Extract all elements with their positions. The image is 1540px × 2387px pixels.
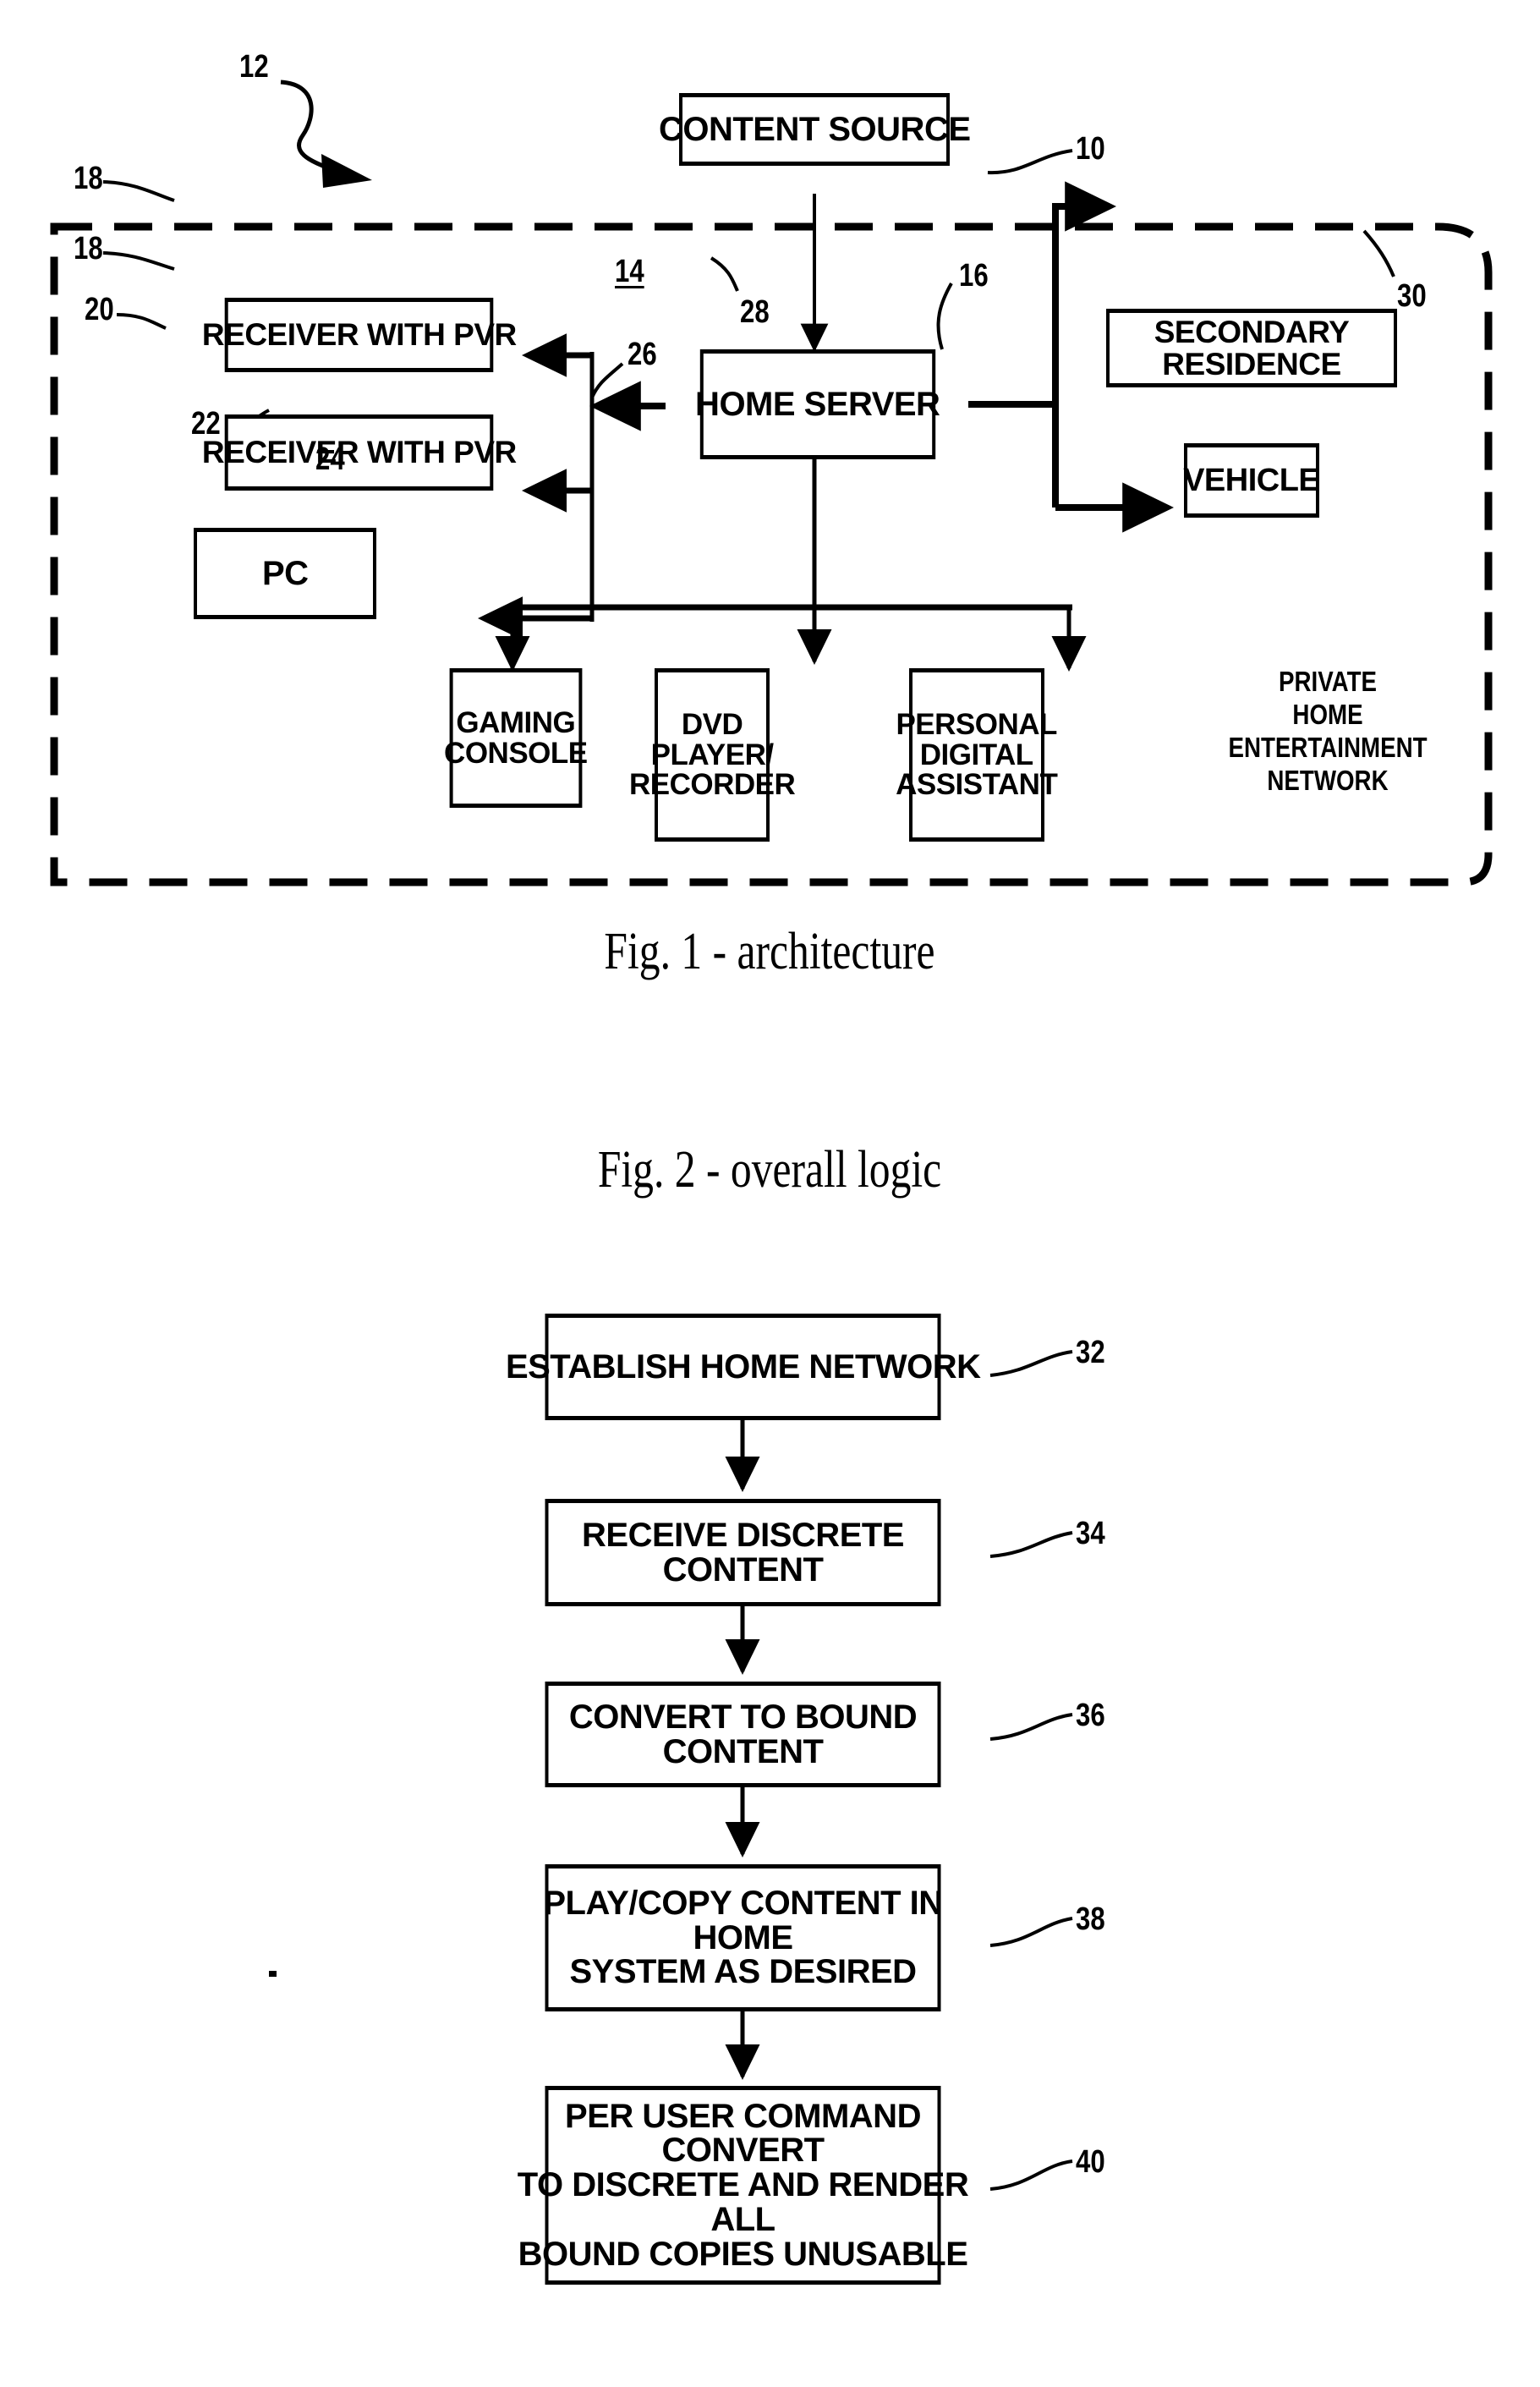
node-receiver-with-pvr-2[interactable]: RECEIVER WITH PVR bbox=[202, 414, 517, 491]
flow-step-play-copy-content[interactable]: PLAY/COPY CONTENT IN HOME SYSTEM AS DESI… bbox=[543, 1864, 943, 2011]
ref-numeral-16: 16 bbox=[959, 258, 989, 294]
ref-numeral-26: 26 bbox=[628, 337, 657, 372]
patent-drawing-sheet: CONTENT SOURCE HOME SERVER RECEIVER WITH… bbox=[0, 0, 1540, 2387]
ref-numeral-30: 30 bbox=[1397, 278, 1427, 314]
flow-step-5-label: PER USER COMMAND CONVERT TO DISCRETE AND… bbox=[517, 2097, 969, 2273]
flow-step-2-label: RECEIVE DISCRETE CONTENT bbox=[582, 1516, 904, 1589]
node-receiver-with-pvr-2-label: RECEIVER WITH PVR bbox=[201, 435, 517, 470]
node-dvd-player-recorder[interactable]: DVD PLAYER/ RECORDER bbox=[629, 668, 796, 842]
node-personal-digital-assistant[interactable]: PERSONAL DIGITAL ASSISTANT bbox=[896, 668, 1058, 842]
ref-numeral-22: 22 bbox=[191, 406, 221, 442]
node-gaming-console[interactable]: GAMING CONSOLE bbox=[444, 668, 588, 808]
flow-step-per-user-command-convert[interactable]: PER USER COMMAND CONVERT TO DISCRETE AND… bbox=[518, 2086, 969, 2285]
flow-step-1-label: ESTABLISH HOME NETWORK bbox=[505, 1347, 981, 1386]
flow-step-establish-home-network[interactable]: ESTABLISH HOME NETWORK bbox=[506, 1314, 981, 1420]
private-home-entertainment-network-label: PRIVATE HOME ENTERTAINMENT NETWORK bbox=[1228, 665, 1428, 796]
node-pc[interactable]: PC bbox=[194, 528, 376, 619]
node-receiver-with-pvr-1[interactable]: RECEIVER WITH PVR bbox=[202, 298, 517, 372]
flow-step-3-label: CONVERT TO BOUND CONTENT bbox=[568, 1698, 918, 1770]
scan-speck-artifact bbox=[269, 1971, 277, 1977]
ref-numeral-18-upper: 18 bbox=[74, 161, 103, 196]
node-receiver-with-pvr-1-label: RECEIVER WITH PVR bbox=[201, 317, 517, 353]
node-dvd-player-recorder-label: DVD PLAYER/ RECORDER bbox=[628, 707, 796, 802]
ref-numeral-28: 28 bbox=[740, 294, 770, 330]
node-content-source[interactable]: CONTENT SOURCE bbox=[659, 93, 971, 166]
node-vehicle[interactable]: VEHICLE bbox=[1183, 443, 1320, 518]
ref-numeral-36: 36 bbox=[1076, 1698, 1105, 1733]
node-home-server[interactable]: HOME SERVER bbox=[695, 349, 940, 459]
ref-numeral-10: 10 bbox=[1076, 131, 1105, 167]
figure-1-caption: Fig. 1 - architecture bbox=[604, 923, 935, 980]
ref-numeral-12: 12 bbox=[239, 49, 269, 85]
ref-numeral-38: 38 bbox=[1076, 1901, 1105, 1937]
ref-numeral-18-lower: 18 bbox=[74, 231, 103, 266]
flow-step-convert-to-bound-content[interactable]: CONVERT TO BOUND CONTENT bbox=[545, 1682, 941, 1787]
ref-numeral-40: 40 bbox=[1076, 2144, 1105, 2180]
flow-step-receive-discrete-content[interactable]: RECEIVE DISCRETE CONTENT bbox=[545, 1499, 941, 1606]
node-content-source-label: CONTENT SOURCE bbox=[658, 110, 971, 148]
ref-numeral-24: 24 bbox=[315, 442, 345, 477]
ref-numeral-32: 32 bbox=[1076, 1335, 1105, 1370]
node-secondary-residence-label: SECONDARY RESIDENCE bbox=[1154, 314, 1350, 381]
node-home-server-label: HOME SERVER bbox=[695, 385, 940, 423]
node-personal-digital-assistant-label: PERSONAL DIGITAL ASSISTANT bbox=[896, 707, 1058, 802]
node-secondary-residence[interactable]: SECONDARY RESIDENCE bbox=[1106, 309, 1397, 387]
node-pc-label: PC bbox=[261, 554, 309, 592]
node-gaming-console-label: GAMING CONSOLE bbox=[444, 705, 588, 770]
node-vehicle-label: VEHICLE bbox=[1183, 462, 1320, 498]
ref-numeral-20: 20 bbox=[85, 292, 114, 327]
figure-2-caption: Fig. 2 - overall logic bbox=[597, 1141, 942, 1199]
ref-numeral-34: 34 bbox=[1076, 1516, 1105, 1551]
flow-step-4-label: PLAY/COPY CONTENT IN HOME SYSTEM AS DESI… bbox=[543, 1884, 943, 1991]
ref-numeral-14: 14 bbox=[615, 254, 644, 289]
